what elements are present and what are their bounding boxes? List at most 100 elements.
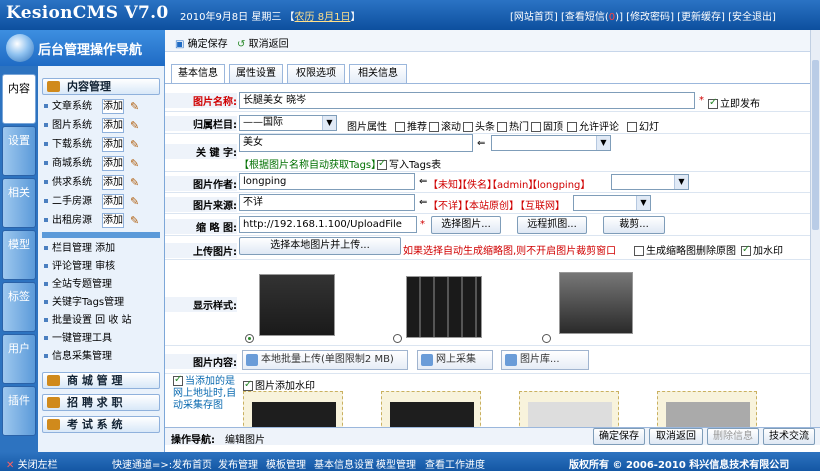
batch-upload-button[interactable]: 本地批量上传(单图限制2 MB) [242,350,408,370]
nav-item-supply[interactable]: 供求系统 添加 ✎ [44,174,162,191]
web-collect-button[interactable]: 网上采集 [417,350,493,370]
quick-link-template[interactable]: 模板管理 [266,456,306,471]
source-opt-original[interactable]: 【本站原创】 [459,197,519,212]
attr-allow-comment[interactable]: 允许评论 [567,118,619,133]
quick-link-publish[interactable]: 发布管理 [218,456,258,471]
nav-item-second-house[interactable]: 二手房源 添加 ✎ [44,193,162,210]
form-scrollbar[interactable] [810,30,820,427]
content-image-slot-2[interactable] [381,391,481,427]
wrench-icon[interactable]: ✎ [130,98,139,115]
style-radio-3[interactable] [542,334,551,343]
remote-pic-button[interactable]: 远程抓图... [517,216,587,234]
choose-pic-button[interactable]: 选择图片... [431,216,501,234]
auto-collect-checkbox[interactable]: 当添加的是网上地址时,自动采集存图 [173,374,239,412]
site-home-link[interactable]: 网站首页 [514,12,554,23]
gen-thumb-checkbox[interactable]: 生成缩略图删除原图 [634,242,736,257]
wrench-icon[interactable]: ✎ [130,174,139,191]
recruit-group[interactable]: 招 聘 求 职 [42,394,160,411]
add-rent-house-button[interactable]: 添加 [102,213,124,228]
nav-tab-related[interactable]: 相关 [2,178,36,228]
logout-link[interactable]: 安全退出 [732,12,772,23]
source-select[interactable]: ▼ [573,195,651,211]
wrench-icon[interactable]: ✎ [130,155,139,172]
gallery-button[interactable]: 图片库... [501,350,589,370]
quick-link-settings[interactable]: 基本信息设置 [314,456,374,471]
wrench-icon[interactable]: ✎ [130,117,139,134]
wrench-icon[interactable]: ✎ [130,136,139,153]
view-messages-link[interactable]: 查看短信 [565,12,605,23]
nav-item-oneclick[interactable]: 一键管理工具 [44,330,112,347]
add-article-button[interactable]: 添加 [102,99,124,114]
keyword-select[interactable]: ▼ [491,135,611,151]
nav-item-columns[interactable]: 栏目管理 添加 [44,240,115,257]
attr-scroll[interactable]: 滚动 [429,118,461,133]
nav-item-collect[interactable]: 信息采集管理 [44,348,112,365]
delete-button[interactable]: 删除信息 [707,428,759,445]
source-opt-internet[interactable]: 【互联网】 [515,197,565,212]
cancel-button[interactable]: ↺ 取消返回 [237,35,289,50]
style-preview-2[interactable] [406,276,482,338]
nav-tab-model[interactable]: 模型 [2,230,36,280]
quick-link-models[interactable]: 模型管理 [376,456,416,471]
nav-item-tags[interactable]: 关键字Tags管理 [44,294,124,311]
bottom-cancel-button[interactable]: 取消返回 [649,428,703,445]
style-preview-3[interactable] [559,272,633,334]
wrench-icon[interactable]: ✎ [130,193,139,210]
upload-local-button[interactable]: 选择本地图片并上传... [239,237,401,255]
author-input[interactable]: longping [239,173,415,190]
quick-link-progress[interactable]: 查看工作进度 [425,456,485,471]
name-input[interactable]: 长腿美女 晓岑 [239,92,695,109]
attr-slide[interactable]: 幻灯 [627,118,659,133]
style-radio-1[interactable] [245,334,254,343]
shop-manage-group[interactable]: 商 城 管 理 [42,372,160,389]
attr-headline[interactable]: 头条 [463,118,495,133]
save-button[interactable]: ▣ 确定保存 [175,35,228,50]
keyword-input[interactable]: 美女 [239,134,473,152]
nav-item-rent-house[interactable]: 出租房源 添加 ✎ [44,212,162,229]
add-shop-button[interactable]: 添加 [102,156,124,171]
nav-tab-tags[interactable]: 标签 [2,282,36,332]
exam-group[interactable]: 考 试 系 统 [42,416,160,433]
content-manage-group[interactable]: 内容管理 [42,78,160,95]
pic-watermark-checkbox[interactable]: 图片添加水印 [243,377,315,392]
tech-exchange-button[interactable]: 技术交流 [763,428,815,445]
thumb-input[interactable]: http://192.168.1.100/UploadFile [239,216,417,233]
tab-permissions[interactable]: 权限选项 [287,64,345,83]
source-input[interactable]: 不详 [239,194,415,211]
close-left-link[interactable]: ✕ 关闭左栏 [6,456,58,471]
nav-item-article[interactable]: 文章系统 添加 ✎ [44,98,162,115]
nav-tab-users[interactable]: 用户 [2,334,36,384]
style-radio-2[interactable] [393,334,402,343]
attr-recommend[interactable]: 推荐 [395,118,427,133]
content-image-slot-1[interactable] [243,391,343,427]
nav-item-topics[interactable]: 全站专题管理 [44,276,112,293]
nav-item-download[interactable]: 下载系统 添加 ✎ [44,136,162,153]
style-preview-1[interactable] [259,274,335,336]
add-second-house-button[interactable]: 添加 [102,194,124,209]
update-cache-link[interactable]: 更新缓存 [681,12,721,23]
attr-hot[interactable]: 热门 [497,118,529,133]
nav-collapse-bar[interactable] [42,232,160,238]
change-password-link[interactable]: 修改密码 [630,12,670,23]
lunar-date-link[interactable]: 农历 8月1日 [295,12,351,23]
publish-now-checkbox[interactable]: 立即发布 [708,95,760,110]
column-select[interactable]: ——国际 ▼ [239,115,337,131]
nav-tab-content[interactable]: 内容 [2,74,36,124]
author-opt-longping[interactable]: 【longping】 [527,176,590,191]
tab-basic-info[interactable]: 基本信息 [171,64,225,83]
write-tags-checkbox[interactable]: 写入Tags表 [377,156,441,171]
nav-item-picture[interactable]: 图片系统 添加 ✎ [44,117,162,134]
nav-tab-plugins[interactable]: 插件 [2,386,36,436]
wrench-icon[interactable]: ✎ [130,212,139,229]
auto-tags-link[interactable]: 【根据图片名称自动获取Tags】 [239,156,381,171]
bottom-save-button[interactable]: 确定保存 [593,428,645,445]
author-select[interactable]: ▼ [611,174,689,190]
nav-item-shop[interactable]: 商城系统 添加 ✎ [44,155,162,172]
content-image-slot-4[interactable] [657,391,757,427]
tab-attributes[interactable]: 属性设置 [229,64,283,83]
nav-tab-settings[interactable]: 设置 [2,126,36,176]
add-download-button[interactable]: 添加 [102,137,124,152]
nav-item-comments[interactable]: 评论管理 审核 [44,258,115,275]
add-picture-button[interactable]: 添加 [102,118,124,133]
scrollbar-thumb[interactable] [812,60,819,230]
